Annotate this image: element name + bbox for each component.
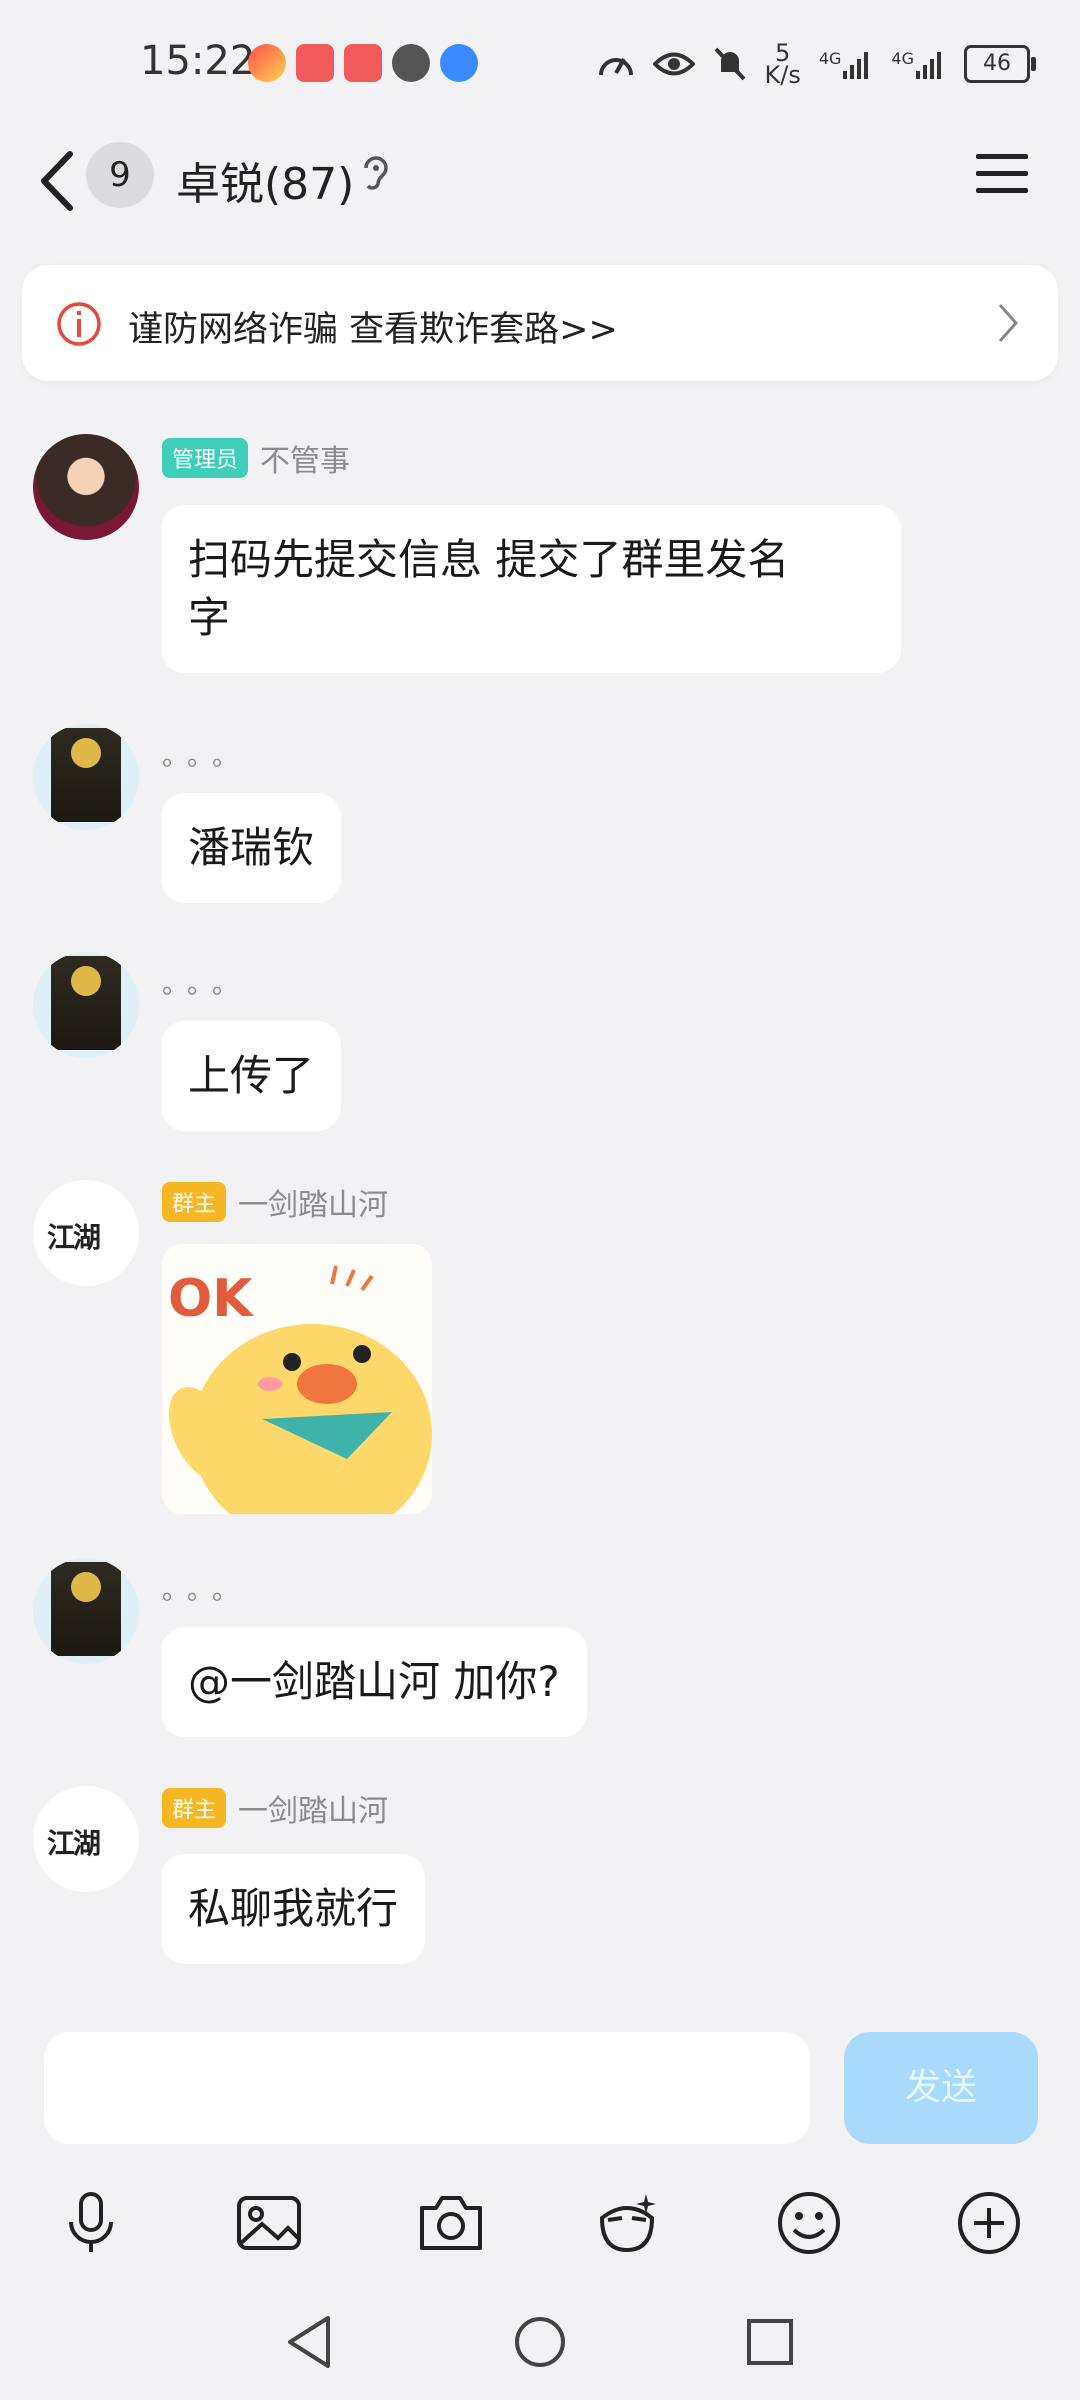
avatar[interactable]: 江湖	[33, 1786, 139, 1892]
huawei-app-icon-2	[344, 44, 382, 82]
ear-icon	[364, 156, 388, 190]
chevron-right-icon	[998, 304, 1019, 342]
net-speed: 5 K/s	[764, 41, 801, 89]
message-meta: 。。。	[162, 736, 250, 773]
sender-name[interactable]: 不管事	[260, 436, 350, 480]
browser-notification-icon	[440, 44, 478, 82]
message-bubble[interactable]: 扫码先提交信息 提交了群里发名 字	[161, 505, 901, 673]
status-time: 15:22	[140, 38, 256, 84]
signal-bars-icon	[843, 52, 869, 79]
huawei-app-icon	[296, 44, 334, 82]
fraud-warning-banner[interactable]: 谨防网络诈骗 查看欺诈套路>>	[22, 265, 1058, 381]
input-toolbar	[0, 2188, 1080, 2268]
mute-bell-icon	[714, 47, 745, 81]
emoji-icon[interactable]	[774, 2188, 844, 2258]
duck-image: OK	[162, 1244, 432, 1514]
speedometer-icon	[598, 58, 633, 76]
system-icons: 5 K/s 4G 4G 46	[597, 41, 1036, 89]
sticker-ok-text: OK	[168, 1269, 254, 1329]
status-bar: 15:22 5 K/s 4G 4G 46	[0, 0, 1080, 130]
send-button[interactable]: 发送	[844, 2032, 1038, 2144]
battery-icon: 46	[964, 45, 1036, 83]
avatar[interactable]: 江湖	[33, 1180, 139, 1286]
network-type-1: 4G	[818, 49, 842, 68]
avatar[interactable]	[33, 434, 139, 540]
clown-app-icon	[248, 44, 286, 82]
nav-recent-icon[interactable]	[740, 2312, 800, 2372]
message-bubble[interactable]: @一剑踏山河 加你?	[161, 1627, 587, 1737]
ok-duck-sticker[interactable]: OK	[162, 1244, 432, 1514]
signal-1: 4G	[819, 49, 874, 79]
message-text-line-1: 扫码先提交信息 提交了群里发名	[188, 535, 790, 584]
chat-notification-icon	[392, 44, 430, 82]
sender-name[interactable]: 。。。	[162, 736, 250, 773]
banner-text: 谨防网络诈骗 查看欺诈套路>>	[128, 310, 618, 350]
plus-icon[interactable]	[954, 2188, 1024, 2258]
signal-bars-icon-2	[916, 52, 941, 79]
network-type-2: 4G	[891, 49, 914, 68]
avatar[interactable]	[33, 952, 139, 1058]
message-meta: 。。。	[162, 964, 250, 1001]
image-icon[interactable]	[234, 2188, 304, 2258]
sender-name[interactable]: 一剑踏山河	[238, 1180, 388, 1224]
nav-back-icon[interactable]	[280, 2312, 340, 2372]
info-icon	[57, 302, 101, 346]
message-bubble[interactable]: 私聊我就行	[161, 1854, 426, 1964]
sender-name[interactable]: 一剑踏山河	[238, 1786, 388, 1830]
menu-icon[interactable]	[976, 152, 1028, 196]
message-meta: 群主 一剑踏山河	[162, 1786, 388, 1830]
message-input[interactable]	[44, 2032, 810, 2144]
owner-tag: 群主	[162, 1182, 227, 1222]
message-meta: 管理员 不管事	[162, 436, 350, 480]
avatar[interactable]	[33, 1558, 139, 1664]
chat-title: 卓锐(87)	[176, 159, 355, 210]
camera-icon[interactable]	[416, 2188, 486, 2258]
notification-icons	[248, 44, 478, 82]
magic-face-icon[interactable]	[592, 2188, 662, 2258]
message-bubble[interactable]: 上传了	[161, 1021, 342, 1131]
sender-name[interactable]: 。。。	[162, 964, 250, 1001]
system-nav-bar	[0, 2290, 1080, 2400]
microphone-icon[interactable]	[56, 2188, 126, 2258]
back-arrow-icon[interactable]	[36, 148, 76, 214]
unread-count-badge[interactable]: 9	[86, 142, 154, 208]
nav-home-icon[interactable]	[510, 2312, 570, 2372]
admin-tag: 管理员	[162, 438, 249, 478]
message-text-line-2: 字	[188, 593, 231, 642]
eye-icon	[652, 52, 695, 76]
owner-tag: 群主	[162, 1788, 227, 1828]
message-bubble[interactable]: 潘瑞钦	[161, 793, 342, 903]
avatar[interactable]	[33, 724, 139, 830]
message-meta: 。。。	[162, 1570, 250, 1607]
signal-2: 4G	[891, 49, 946, 79]
sender-name[interactable]: 。。。	[162, 1570, 250, 1607]
net-speed-unit: K/s	[764, 61, 801, 89]
message-meta: 群主 一剑踏山河	[162, 1180, 388, 1224]
